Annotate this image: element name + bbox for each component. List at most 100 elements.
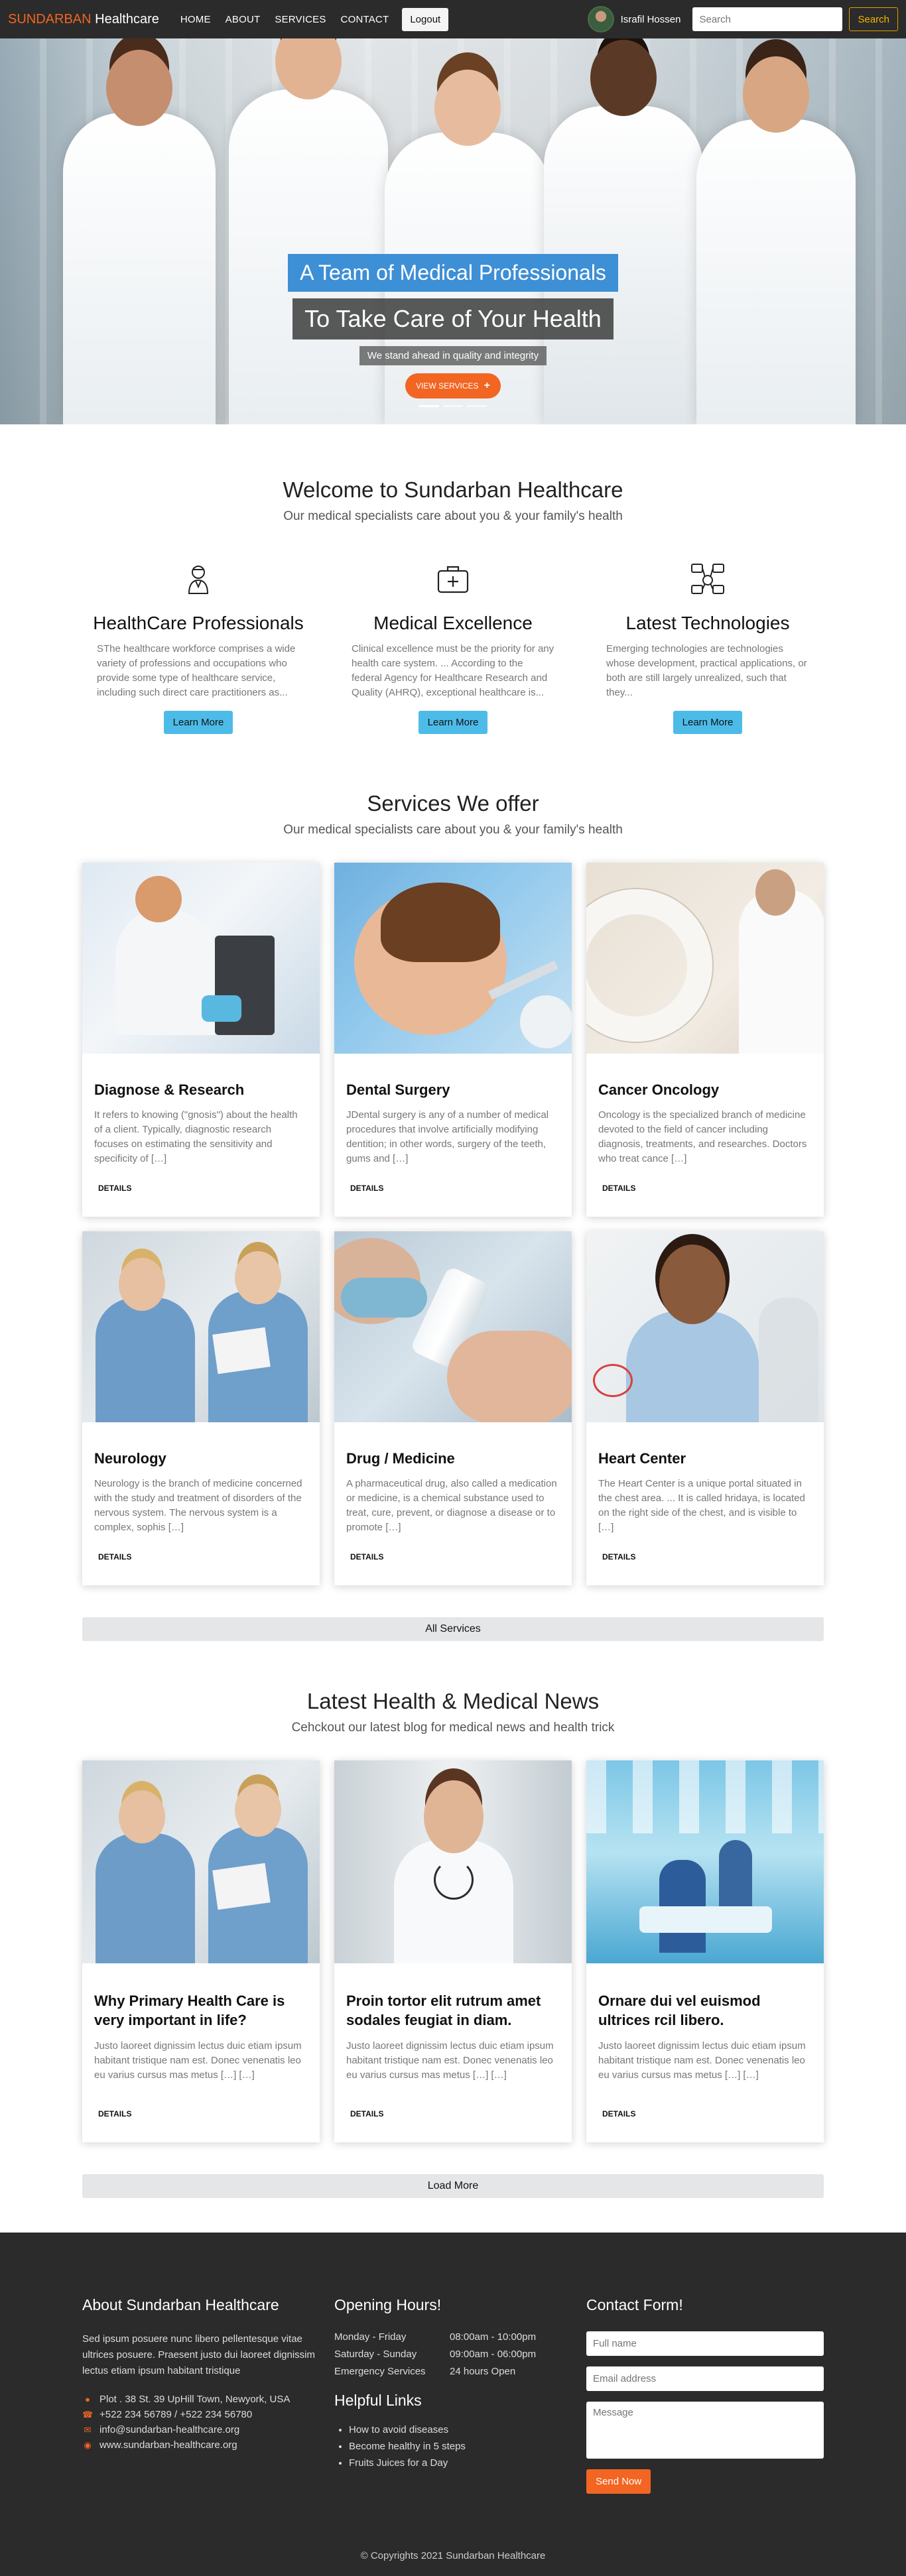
- technology-icon: [691, 564, 724, 594]
- search-input[interactable]: [692, 7, 843, 31]
- service-image: [82, 863, 320, 1054]
- feature-item: HealthCare Professionals SThe healthcare…: [90, 560, 306, 734]
- service-title: Heart Center: [598, 1450, 686, 1467]
- envelope-icon: ✉: [84, 2424, 92, 2435]
- send-now-button[interactable]: Send Now: [586, 2469, 651, 2494]
- hero-subtitle: To Take Care of Your Health: [292, 298, 614, 339]
- carousel-indicator[interactable]: [467, 405, 487, 407]
- details-button[interactable]: DETAILS: [598, 1548, 639, 1565]
- full-name-field[interactable]: [586, 2331, 824, 2356]
- nav-right: Israfil Hossen Search: [587, 6, 898, 32]
- learn-more-button[interactable]: Learn More: [673, 711, 743, 734]
- helpful-link[interactable]: How to avoid diseases: [349, 2424, 572, 2435]
- website-link[interactable]: www.sundarban-healthcare.org: [99, 2439, 237, 2451]
- footer-columns: About Sundarban Healthcare Sed ipsum pos…: [82, 2233, 824, 2494]
- medical-kit-icon: [437, 566, 469, 593]
- learn-more-button[interactable]: Learn More: [418, 711, 488, 734]
- hours-row: Emergency Services 24 hours Open: [334, 2366, 572, 2377]
- service-text: It refers to knowing ("gnosis") about th…: [94, 1109, 298, 1164]
- hero-caption: A Team of Medical Professionals To Take …: [0, 254, 906, 399]
- news-card: Ornare dui vel euismod ultrices rcil lib…: [586, 1760, 824, 2142]
- email-link[interactable]: info@sundarban-healthcare.org: [99, 2424, 239, 2435]
- all-services-button[interactable]: All Services: [82, 1617, 824, 1641]
- address-line: ● Plot . 38 St. 39 UpHill Town, Newyork, …: [82, 2394, 320, 2405]
- hours-row: Monday - Friday 08:00am - 10:00pm: [334, 2331, 572, 2343]
- service-image: [82, 1231, 320, 1422]
- feature-item: Medical Excellence Clinical excellence m…: [345, 560, 561, 734]
- user-name[interactable]: Israfil Hossen: [621, 14, 681, 25]
- load-more-button[interactable]: Load More: [82, 2174, 824, 2198]
- search-button[interactable]: Search: [849, 7, 898, 31]
- service-text: Neurology is the branch of medicine conc…: [94, 1478, 302, 1533]
- news-title: Latest Health & Medical News: [306, 1689, 600, 1713]
- services-section: Services We offer Our medical specialist…: [0, 734, 906, 1641]
- hours-time: 08:00am - 10:00pm: [450, 2331, 537, 2343]
- service-card: Cancer Oncology Oncology is the speciali…: [586, 863, 824, 1217]
- feature-title: Medical Excellence: [373, 613, 533, 633]
- services-title: Services We offer: [367, 791, 539, 816]
- email-field[interactable]: [586, 2366, 824, 2391]
- learn-more-button[interactable]: Learn More: [163, 711, 233, 734]
- service-text: Oncology is the specialized branch of me…: [598, 1109, 807, 1164]
- details-button[interactable]: DETAILS: [346, 2105, 387, 2122]
- news-grid: Why Primary Health Care is very importan…: [82, 1760, 824, 2142]
- feature-text: Clinical excellence must be the priority…: [352, 643, 554, 698]
- footer-about-title: About Sundarban Healthcare: [82, 2296, 279, 2313]
- nav-about[interactable]: ABOUT: [220, 10, 266, 29]
- details-button[interactable]: DETAILS: [598, 2105, 639, 2122]
- service-title: Dental Surgery: [346, 1081, 450, 1098]
- feature-text: Emerging technologies are technologies w…: [606, 643, 807, 698]
- details-button[interactable]: DETAILS: [346, 1180, 387, 1197]
- carousel-indicator[interactable]: [443, 405, 463, 407]
- welcome-title: Welcome to Sundarban Healthcare: [283, 477, 623, 502]
- feature-list: HealthCare Professionals SThe healthcare…: [0, 560, 906, 734]
- website-line: ◉ www.sundarban-healthcare.org: [82, 2439, 320, 2451]
- services-grid: Diagnose & Research It refers to knowing…: [82, 863, 824, 1585]
- feature-title: HealthCare Professionals: [93, 613, 304, 633]
- hours-title: Opening Hours!: [334, 2296, 442, 2313]
- brand-accent: SUNDARBAN: [8, 11, 92, 27]
- service-image: [586, 863, 824, 1054]
- news-subtitle: Cehckout our latest blog for medical new…: [291, 1721, 615, 1735]
- brand-logo[interactable]: SUNDARBAN Healthcare: [8, 12, 159, 27]
- service-title: Diagnose & Research: [94, 1081, 245, 1098]
- footer-hours: Opening Hours! Monday - Friday 08:00am - …: [334, 2296, 572, 2494]
- avatar[interactable]: [587, 6, 614, 32]
- hours-time: 09:00am - 06:00pm: [450, 2349, 537, 2360]
- footer-contact-info: ● Plot . 38 St. 39 UpHill Town, Newyork, …: [82, 2394, 320, 2451]
- service-text: JDental surgery is any of a number of me…: [346, 1109, 549, 1164]
- news-image: [82, 1760, 320, 1963]
- service-card: Diagnose & Research It refers to knowing…: [82, 863, 320, 1217]
- hours-day: Monday - Friday: [334, 2331, 407, 2343]
- details-button[interactable]: DETAILS: [94, 1548, 135, 1565]
- email-line: ✉ info@sundarban-healthcare.org: [82, 2424, 320, 2435]
- message-field[interactable]: [586, 2402, 824, 2459]
- service-title: Cancer Oncology: [598, 1081, 720, 1098]
- carousel-indicators: [0, 405, 906, 407]
- details-button[interactable]: DETAILS: [346, 1548, 387, 1565]
- footer: About Sundarban Healthcare Sed ipsum pos…: [0, 2233, 906, 2576]
- helpful-links-list: How to avoid diseases Become healthy in …: [334, 2424, 572, 2469]
- nav-services[interactable]: SERVICES: [269, 10, 331, 29]
- logout-button[interactable]: Logout: [402, 7, 449, 31]
- view-services-button[interactable]: VIEW SERVICES +: [405, 373, 501, 399]
- details-button[interactable]: DETAILS: [598, 1180, 639, 1197]
- news-card: Proin tortor elit rutrum amet sodales fe…: [334, 1760, 572, 2142]
- details-button[interactable]: DETAILS: [94, 1180, 135, 1197]
- service-image: [334, 863, 572, 1054]
- phone-line: ☎ +522 234 56789 / +522 234 56780: [82, 2409, 320, 2420]
- doctor-icon: [188, 566, 209, 594]
- footer-contact-form: Contact Form! Send Now: [586, 2296, 824, 2494]
- news-title: Ornare dui vel euismod ultrices rcil lib…: [598, 1993, 761, 2028]
- nav-contact[interactable]: CONTACT: [336, 10, 395, 29]
- nav-home[interactable]: HOME: [175, 10, 216, 29]
- copyright: © Copyrights 2021 Sundarban Healthcare: [360, 2550, 546, 2561]
- helpful-link[interactable]: Fruits Juices for a Day: [349, 2457, 572, 2469]
- view-services-label: VIEW SERVICES: [416, 381, 479, 391]
- helpful-link[interactable]: Become healthy in 5 steps: [349, 2441, 572, 2452]
- details-button[interactable]: DETAILS: [94, 2105, 135, 2122]
- carousel-indicator[interactable]: [419, 405, 439, 407]
- news-title: Proin tortor elit rutrum amet sodales fe…: [346, 1993, 541, 2028]
- news-section: Latest Health & Medical News Cehckout ou…: [0, 1641, 906, 2198]
- hours-row: Saturday - Sunday 09:00am - 06:00pm: [334, 2349, 572, 2360]
